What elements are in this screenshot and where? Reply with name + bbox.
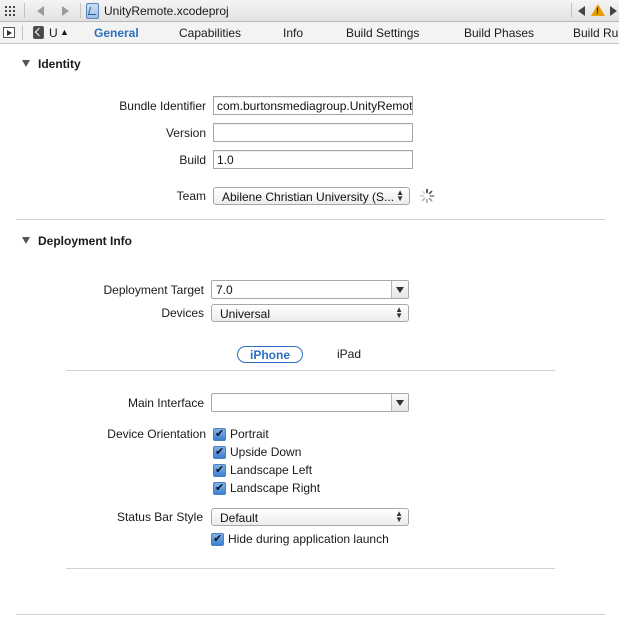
tab-capabilities[interactable]: Capabilities bbox=[179, 26, 241, 40]
xcodeproj-file-icon bbox=[86, 3, 99, 19]
combo-dropdown-icon[interactable] bbox=[391, 281, 408, 298]
disclosure-triangle-icon[interactable] bbox=[22, 60, 30, 67]
bundle-identifier-field[interactable]: com.burtonsmediagroup.UnityRemote bbox=[213, 96, 413, 115]
combo-dropdown-icon[interactable] bbox=[391, 394, 408, 411]
tab-build-settings[interactable]: Build Settings bbox=[346, 26, 419, 40]
checkbox-checked-icon[interactable] bbox=[213, 445, 226, 459]
status-bar-style-popup[interactable]: Default ▲︎ ▼︎ bbox=[211, 508, 409, 526]
tab-general[interactable]: General bbox=[94, 26, 139, 40]
team-value: Abilene Christian University (S... bbox=[222, 190, 395, 204]
popup-arrows-icon: ▲︎ ▼︎ bbox=[396, 188, 404, 203]
main-interface-combo[interactable] bbox=[211, 393, 409, 412]
deployment-section-header[interactable]: Deployment Info bbox=[22, 234, 132, 248]
target-icon bbox=[33, 26, 44, 39]
jump-bar: UnityRemote.xcodeproj ! bbox=[0, 0, 619, 22]
build-field[interactable]: 1.0 bbox=[213, 150, 413, 169]
version-label: Version bbox=[165, 126, 206, 140]
tab-build-rules[interactable]: Build Rul bbox=[573, 26, 619, 40]
deployment-target-label: Deployment Target bbox=[103, 283, 205, 297]
device-divider bbox=[66, 370, 555, 371]
main-interface-label: Main Interface bbox=[127, 396, 204, 410]
orientation-landscape-right-label: Landscape Right bbox=[230, 481, 321, 495]
disclosure-triangle-icon[interactable] bbox=[22, 237, 30, 244]
deployment-target-value: 7.0 bbox=[216, 283, 233, 297]
team-popup[interactable]: Abilene Christian University (S... ▲︎ ▼︎ bbox=[213, 187, 410, 205]
deployment-section-title: Deployment Info bbox=[38, 234, 133, 248]
devices-value: Universal bbox=[220, 307, 271, 321]
hide-status-bar-label: Hide during application launch bbox=[228, 532, 389, 546]
project-file-name[interactable]: UnityRemote.xcodeproj bbox=[104, 4, 229, 18]
checkbox-checked-icon[interactable] bbox=[213, 427, 226, 441]
popup-arrows-icon: ▲︎ ▼︎ bbox=[395, 305, 403, 320]
editor-tab-bar: U ▲︎ General Capabilities Info Build Set… bbox=[0, 22, 619, 44]
deployment-target-combo[interactable]: 7.0 bbox=[211, 280, 409, 299]
related-items-icon[interactable] bbox=[3, 0, 17, 21]
divider bbox=[571, 3, 572, 18]
team-label: Team bbox=[176, 189, 206, 203]
devices-label: Devices bbox=[161, 306, 204, 320]
target-chevron-icon[interactable]: ▲︎ bbox=[60, 27, 69, 37]
segment-ipad[interactable]: iPad bbox=[325, 346, 373, 363]
checkbox-checked-icon[interactable] bbox=[211, 532, 224, 546]
identity-section-header[interactable]: Identity bbox=[22, 57, 81, 71]
segment-iphone[interactable]: iPhone bbox=[237, 346, 304, 363]
divider bbox=[80, 3, 81, 18]
status-bar-style-value: Default bbox=[220, 511, 259, 525]
popup-arrows-icon: ▲︎ ▼︎ bbox=[395, 509, 403, 524]
orientation-portrait-label: Portrait bbox=[230, 427, 269, 441]
divider bbox=[22, 25, 23, 40]
device-divider-bottom bbox=[66, 568, 555, 569]
tab-build-phases[interactable]: Build Phases bbox=[464, 26, 534, 40]
build-label: Build bbox=[179, 153, 206, 167]
hide-status-bar-option[interactable]: Hide during application launch bbox=[211, 532, 389, 546]
section-divider bbox=[16, 219, 605, 220]
identity-section-title: Identity bbox=[38, 57, 81, 71]
orientation-upside-down[interactable]: Upside Down bbox=[213, 445, 301, 459]
orientation-landscape-left[interactable]: Landscape Left bbox=[213, 463, 312, 477]
tab-info[interactable]: Info bbox=[283, 26, 303, 40]
checkbox-checked-icon[interactable] bbox=[213, 463, 226, 477]
status-bar-style-label: Status Bar Style bbox=[116, 510, 203, 524]
show-targets-icon[interactable] bbox=[3, 27, 15, 38]
section-divider bbox=[16, 614, 605, 615]
divider bbox=[24, 3, 25, 18]
device-orientation-label: Device Orientation bbox=[107, 427, 206, 441]
orientation-upside-down-label: Upside Down bbox=[230, 445, 302, 459]
checkbox-checked-icon[interactable] bbox=[213, 481, 226, 495]
orientation-landscape-right[interactable]: Landscape Right bbox=[213, 481, 320, 495]
orientation-portrait[interactable]: Portrait bbox=[213, 427, 269, 441]
orientation-landscape-left-label: Landscape Left bbox=[230, 463, 313, 477]
devices-popup[interactable]: Universal ▲︎ ▼︎ bbox=[211, 304, 409, 322]
bundle-identifier-label: Bundle Identifier bbox=[119, 99, 206, 113]
next-issue-icon[interactable] bbox=[607, 0, 619, 21]
progress-spinner-icon bbox=[419, 188, 435, 204]
target-selector[interactable]: U bbox=[49, 26, 58, 40]
forward-arrow-icon[interactable] bbox=[58, 0, 72, 21]
previous-issue-icon[interactable] bbox=[576, 0, 588, 21]
warning-exclamation-icon: ! bbox=[596, 6, 599, 16]
version-field[interactable] bbox=[213, 123, 413, 142]
back-arrow-icon[interactable] bbox=[34, 0, 48, 21]
